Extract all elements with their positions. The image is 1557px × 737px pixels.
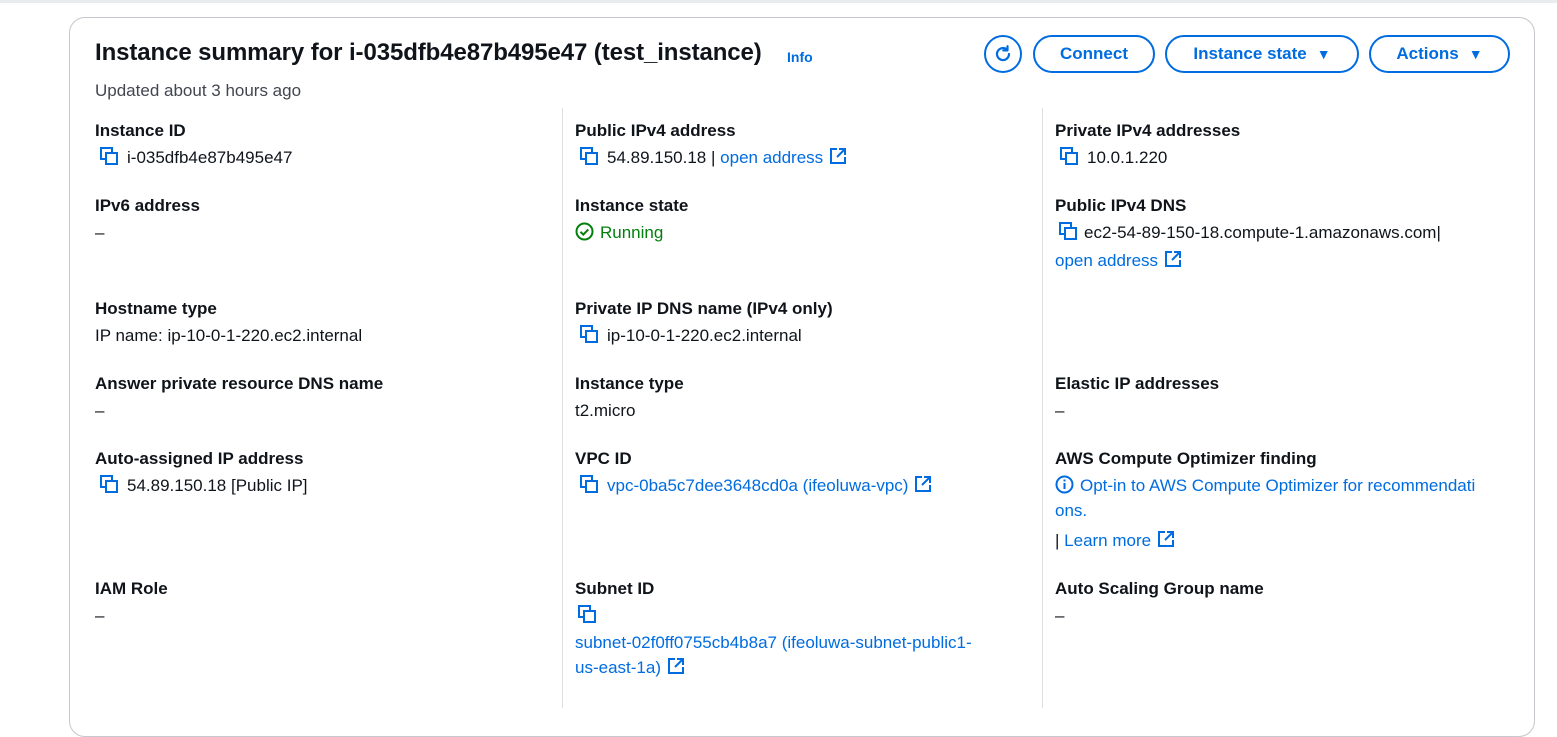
ipv6-value: – — [95, 223, 105, 242]
field-answer-dns: Answer private resource DNS name – — [95, 373, 383, 423]
copy-icon[interactable] — [1059, 146, 1079, 166]
field-label: Hostname type — [95, 299, 217, 318]
page-title: Instance summary for i-035dfb4e87b495e47… — [95, 39, 762, 66]
private-ipv4-value: 10.0.1.220 — [1087, 148, 1168, 167]
info-link[interactable]: Info — [787, 49, 813, 65]
instance-state-value: Running — [600, 223, 664, 242]
vpc-id-value: vpc-0ba5c7dee3648cd0a (ifeoluwa-vpc) — [607, 476, 909, 495]
field-label: VPC ID — [575, 449, 632, 468]
field-instance-state: Instance state Running — [575, 195, 688, 245]
public-ipv4-value: 54.89.150.18 — [607, 148, 707, 167]
field-label: Private IPv4 addresses — [1055, 121, 1241, 140]
field-instance-id: Instance ID i-035dfb4e87b495e47 — [95, 120, 292, 170]
refresh-icon — [995, 45, 1011, 62]
separator: | — [1436, 223, 1441, 242]
field-label: Instance type — [575, 374, 684, 393]
auto-ip-value: 54.89.150.18 [Public IP] — [127, 476, 308, 495]
field-label: Private IP DNS name (IPv4 only) — [575, 299, 833, 318]
learn-more-label: Learn more — [1064, 531, 1152, 550]
open-address-link[interactable]: open address — [720, 148, 847, 167]
optimizer-line1: Opt-in to AWS Compute Optimizer for reco… — [1080, 476, 1476, 495]
copy-icon[interactable] — [579, 324, 599, 344]
answer-dns-value: – — [95, 401, 105, 420]
copy-icon[interactable] — [579, 146, 599, 166]
field-label: Public IPv4 address — [575, 121, 736, 140]
field-private-dns: Private IP DNS name (IPv4 only) ip-10-0-… — [575, 298, 833, 348]
field-auto-ip: Auto-assigned IP address 54.89.150.18 [P… — [95, 448, 308, 498]
actions-button[interactable]: Actions ▼ — [1369, 35, 1510, 73]
open-address-label: open address — [720, 148, 824, 167]
separator: | — [1055, 531, 1060, 550]
subnet-id-link[interactable]: subnet-02f0ff0755cb4b8a7 (ifeoluwa-subne… — [575, 630, 972, 680]
field-label: AWS Compute Optimizer finding — [1055, 449, 1317, 468]
field-label: Subnet ID — [575, 579, 655, 598]
field-public-ipv4: Public IPv4 address 54.89.150.18 | open … — [575, 120, 847, 170]
instance-state-button[interactable]: Instance state ▼ — [1165, 35, 1359, 73]
field-ipv6: IPv6 address – — [95, 195, 200, 245]
field-label: Instance ID — [95, 121, 186, 140]
field-label: Elastic IP addresses — [1055, 374, 1220, 393]
field-public-dns: Public IPv4 DNS ec2-54-89-150-18.compute… — [1055, 195, 1441, 273]
field-vpc-id: VPC ID vpc-0ba5c7dee3648cd0a (ifeoluwa-v… — [575, 448, 932, 498]
open-address-link[interactable]: open address — [1055, 248, 1441, 273]
field-label: Public IPv4 DNS — [1055, 196, 1187, 215]
field-elastic-ip: Elastic IP addresses – — [1055, 373, 1219, 423]
public-dns-value: ec2-54-89-150-18.compute-1.amazonaws.com — [1084, 223, 1437, 242]
learn-more-link[interactable]: Learn more — [1064, 531, 1175, 550]
field-label: IAM Role — [95, 579, 168, 598]
connect-label: Connect — [1060, 44, 1128, 63]
separator: | — [711, 148, 716, 167]
copy-icon[interactable] — [577, 604, 597, 624]
optimizer-link[interactable]: Opt-in to AWS Compute Optimizer for reco… — [1055, 473, 1475, 523]
elastic-ip-value: – — [1055, 401, 1065, 420]
field-label: IPv6 address — [95, 196, 200, 215]
field-optimizer: AWS Compute Optimizer finding Opt-in to … — [1055, 448, 1475, 553]
actions-label: Actions — [1396, 44, 1459, 63]
field-label: Instance state — [575, 196, 689, 215]
check-circle-icon — [575, 222, 594, 241]
refresh-button[interactable] — [984, 35, 1022, 73]
updated-text: Updated about 3 hours ago — [95, 81, 302, 100]
copy-icon[interactable] — [1058, 221, 1078, 241]
field-iam-role: IAM Role – — [95, 578, 168, 628]
info-circle-icon — [1055, 475, 1074, 494]
column-divider — [562, 108, 563, 708]
field-asg-name: Auto Scaling Group name – — [1055, 578, 1264, 628]
hostname-type-value: IP name: ip-10-0-1-220.ec2.internal — [95, 326, 363, 345]
open-address-label: open address — [1055, 251, 1159, 270]
top-divider — [0, 0, 1557, 3]
external-link-icon — [1165, 251, 1182, 267]
field-instance-type: Instance type t2.micro — [575, 373, 684, 423]
copy-icon[interactable] — [99, 474, 119, 494]
instance-state-label: Instance state — [1193, 44, 1307, 63]
field-subnet-id: Subnet ID subnet-02f0ff0755cb4b8a7 (ifeo… — [575, 578, 972, 680]
asg-name-value: – — [1055, 606, 1065, 625]
copy-icon[interactable] — [579, 474, 599, 494]
field-label: Auto Scaling Group name — [1055, 579, 1264, 598]
caret-down-icon: ▼ — [1316, 46, 1331, 62]
external-link-icon — [667, 658, 684, 674]
subnet-id-line2: us-east-1a) — [575, 658, 661, 677]
copy-icon[interactable] — [99, 146, 119, 166]
external-link-icon — [830, 148, 847, 164]
subnet-id-line1: subnet-02f0ff0755cb4b8a7 (ifeoluwa-subne… — [575, 633, 972, 652]
field-label: Answer private resource DNS name — [95, 374, 384, 393]
field-private-ipv4: Private IPv4 addresses 10.0.1.220 — [1055, 120, 1240, 170]
external-link-icon — [1158, 531, 1175, 547]
external-link-icon — [915, 476, 932, 492]
private-dns-value: ip-10-0-1-220.ec2.internal — [607, 326, 802, 345]
field-label: Auto-assigned IP address — [95, 449, 304, 468]
iam-role-value: – — [95, 606, 105, 625]
optimizer-line2: ons. — [1055, 501, 1088, 520]
field-hostname-type: Hostname type IP name: ip-10-0-1-220.ec2… — [95, 298, 362, 348]
instance-id-value: i-035dfb4e87b495e47 — [127, 148, 293, 167]
column-divider — [1042, 108, 1043, 708]
vpc-id-link[interactable]: vpc-0ba5c7dee3648cd0a (ifeoluwa-vpc) — [607, 476, 932, 495]
connect-button[interactable]: Connect — [1033, 35, 1155, 73]
instance-type-value: t2.micro — [575, 401, 636, 420]
caret-down-icon: ▼ — [1468, 46, 1483, 62]
